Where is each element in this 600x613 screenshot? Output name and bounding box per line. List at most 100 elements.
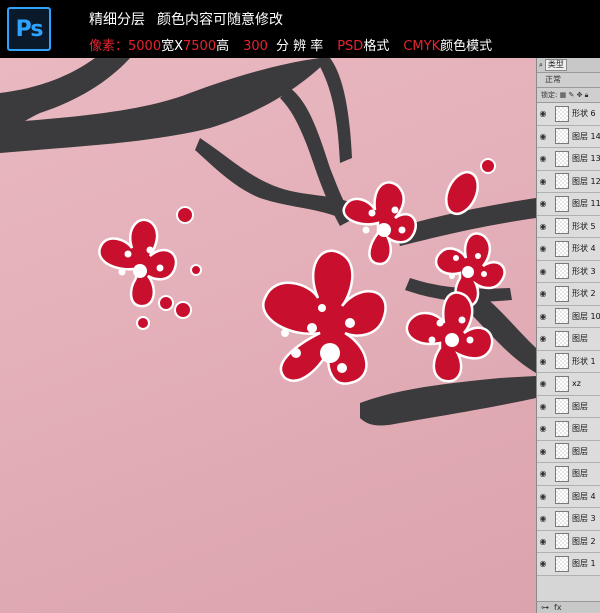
layer-name: 图层 2 — [572, 536, 596, 546]
layer-name: 图层 — [572, 424, 588, 434]
banner-title-line: 精细分层 颜色内容可随意修改 — [89, 9, 283, 29]
photoshop-logo-icon: Ps — [7, 7, 51, 51]
layer-row[interactable]: ◉ 图层 10 — [537, 305, 600, 328]
visibility-eye-icon[interactable]: ◉ — [537, 424, 549, 433]
link-icon[interactable]: ⊶ — [541, 603, 549, 612]
layers-panel: ⌕ 类型 正常 锁定: ▦ ✎ ✥ 🔒︎ ◉ 形状 6 ◉ 图层 14 ◉ 图层 13 ◉ 图… — [536, 58, 600, 613]
layer-thumbnail — [555, 240, 569, 257]
banner-spec-line: 像素：5000宽X7500高 300 分 辨 率 PSD格式 CMYK颜色模式 — [89, 35, 492, 54]
promo-banner: Ps 精细分层 颜色内容可随意修改 像素：5000宽X7500高 300 分 辨 率 P… — [0, 0, 600, 58]
visibility-eye-icon[interactable]: ◉ — [537, 312, 549, 321]
layer-row[interactable]: ◉ 图层 — [537, 418, 600, 441]
layer-thumbnail — [555, 443, 569, 460]
layer-row[interactable]: ◉ 形状 6 — [537, 103, 600, 126]
layer-row[interactable]: ◉ 图层 1 — [537, 553, 600, 576]
layer-row[interactable]: ◉ 图层 4 — [537, 485, 600, 508]
visibility-eye-icon[interactable]: ◉ — [537, 289, 549, 298]
layer-row[interactable]: ◉ 图层 11 — [537, 193, 600, 216]
visibility-eye-icon[interactable]: ◉ — [537, 154, 549, 163]
search-icon: ⌕ — [539, 60, 543, 69]
plum-blossom-artwork — [0, 58, 536, 426]
layer-name: 图层 1 — [572, 559, 596, 569]
lock-move-icon[interactable]: ✥ — [577, 91, 583, 99]
layer-row[interactable]: ◉ 形状 3 — [537, 260, 600, 283]
visibility-eye-icon[interactable]: ◉ — [537, 537, 549, 546]
layer-name: 图层 4 — [572, 491, 596, 501]
visibility-eye-icon[interactable]: ◉ — [537, 244, 549, 253]
layer-row[interactable]: ◉ 图层 3 — [537, 508, 600, 531]
lock-paint-icon[interactable]: ✎ — [568, 91, 574, 99]
document-canvas[interactable] — [0, 58, 536, 613]
layer-thumbnail — [555, 195, 569, 212]
visibility-eye-icon[interactable]: ◉ — [537, 447, 549, 456]
layer-name: 形状 5 — [572, 221, 596, 231]
layer-row[interactable]: ◉ 图层 — [537, 463, 600, 486]
layer-name: 形状 3 — [572, 266, 596, 276]
layer-thumbnail — [555, 465, 569, 482]
format-label: 格式 — [363, 39, 390, 54]
visibility-eye-icon[interactable]: ◉ — [537, 222, 549, 231]
layer-row[interactable]: ◉ 形状 2 — [537, 283, 600, 306]
visibility-eye-icon[interactable]: ◉ — [537, 402, 549, 411]
layer-thumbnail — [555, 105, 569, 122]
lock-all-icon[interactable]: 🔒︎ — [585, 91, 589, 99]
blossom-large — [262, 249, 387, 385]
visibility-eye-icon[interactable]: ◉ — [537, 132, 549, 141]
lock-transparency-icon[interactable]: ▦ — [560, 91, 567, 99]
bud-dot-6 — [480, 158, 496, 174]
visibility-eye-icon[interactable]: ◉ — [537, 334, 549, 343]
layer-name: 图层 3 — [572, 514, 596, 524]
layer-row[interactable]: ◉ 形状 5 — [537, 215, 600, 238]
layer-row[interactable]: ◉ 图层 2 — [537, 530, 600, 553]
visibility-eye-icon[interactable]: ◉ — [537, 357, 549, 366]
layer-thumbnail — [555, 375, 569, 392]
visibility-eye-icon[interactable]: ◉ — [537, 559, 549, 568]
blend-mode-select[interactable]: 正常 — [537, 73, 600, 88]
layer-thumbnail — [555, 218, 569, 235]
visibility-eye-icon[interactable]: ◉ — [537, 514, 549, 523]
height-unit: 高 — [216, 39, 230, 54]
layer-row[interactable]: ◉ 形状 1 — [537, 350, 600, 373]
layer-name: 图层 14 — [572, 131, 600, 141]
layer-thumbnail — [555, 150, 569, 167]
layers-footer: ⊶ fx — [537, 601, 600, 613]
layer-row[interactable]: ◉ 图层 13 — [537, 148, 600, 171]
layer-thumbnail — [555, 420, 569, 437]
visibility-eye-icon[interactable]: ◉ — [537, 199, 549, 208]
layer-row[interactable]: ◉ 图层 12 — [537, 170, 600, 193]
visibility-eye-icon[interactable]: ◉ — [537, 109, 549, 118]
layer-thumbnail — [555, 330, 569, 347]
layer-thumbnail — [555, 533, 569, 550]
layer-row[interactable]: ◉ 图层 — [537, 395, 600, 418]
bud-dot-2 — [190, 264, 202, 276]
layer-row[interactable]: ◉ 图层 — [537, 328, 600, 351]
layer-name: 图层 13 — [572, 154, 600, 164]
visibility-eye-icon[interactable]: ◉ — [537, 177, 549, 186]
layers-filter-bar: ⌕ 类型 — [537, 58, 600, 73]
layer-row[interactable]: ◉ 图层 — [537, 440, 600, 463]
fx-icon[interactable]: fx — [554, 603, 562, 612]
colormode-value: CMYK — [403, 39, 441, 54]
resolution-value: 300 — [243, 39, 268, 54]
layer-thumbnail — [555, 510, 569, 527]
visibility-eye-icon[interactable]: ◉ — [537, 379, 549, 388]
visibility-eye-icon[interactable]: ◉ — [537, 492, 549, 501]
layer-filter-select[interactable]: 类型 — [544, 59, 567, 71]
width-value: 5000 — [128, 39, 162, 54]
layer-row[interactable]: ◉ 图层 14 — [537, 125, 600, 148]
layer-thumbnail — [555, 263, 569, 280]
layer-thumbnail — [555, 398, 569, 415]
banner-title-2: 颜色内容可随意修改 — [157, 12, 283, 28]
layer-row[interactable]: ◉ 形状 4 — [537, 238, 600, 261]
layer-name: 图层 10 — [572, 311, 600, 321]
banner-title-1: 精细分层 — [89, 12, 145, 28]
layer-thumbnail — [555, 353, 569, 370]
layer-thumbnail — [555, 128, 569, 145]
visibility-eye-icon[interactable]: ◉ — [537, 469, 549, 478]
layer-thumbnail — [555, 488, 569, 505]
layer-name: 形状 4 — [572, 244, 596, 254]
layer-name: 形状 1 — [572, 356, 596, 366]
bud-dot-3 — [158, 295, 174, 311]
visibility-eye-icon[interactable]: ◉ — [537, 267, 549, 276]
layer-row[interactable]: ◉ xz — [537, 373, 600, 396]
